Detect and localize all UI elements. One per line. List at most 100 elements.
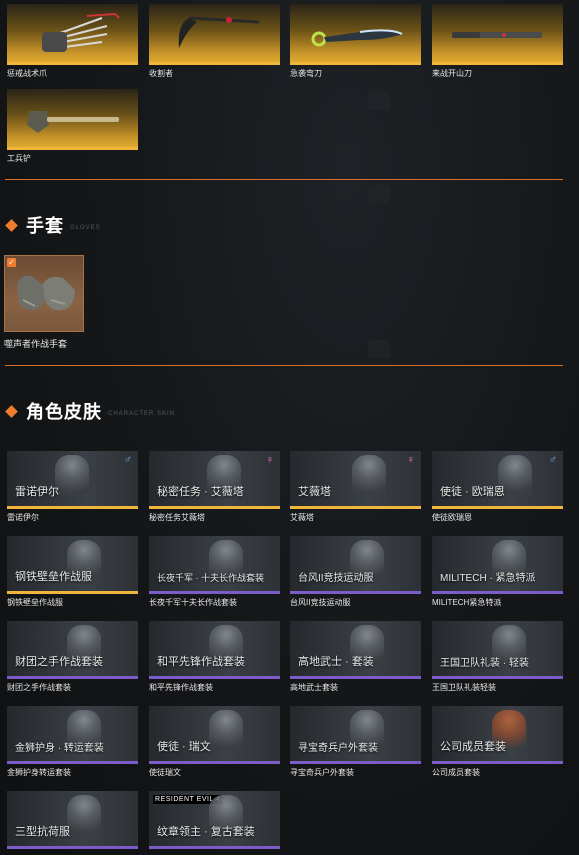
skin-caption: 公司成员套装 — [432, 768, 480, 777]
machete-icon — [452, 32, 542, 38]
skin-card[interactable]: ♂ 雷诺伊尔 雷诺伊尔 — [7, 451, 138, 523]
skin-caption: 雷诺伊尔 — [7, 513, 39, 522]
karambit-knife-icon — [311, 29, 403, 47]
skin-card[interactable]: 台风II竞技运动服 台风II竞技运动服 — [290, 536, 421, 608]
skin-caption: 钢铁壁垒作战服 — [7, 598, 63, 607]
skin-card[interactable]: 高地武士 · 套装 高地武士套装 — [290, 621, 421, 693]
weapon-name: 惩戒战术爪 — [7, 69, 47, 78]
skin-thumbnail: 三型抗荷服 — [7, 791, 138, 849]
skin-label: 雷诺伊尔 — [15, 486, 59, 498]
skin-label: 长夜千军 · 十夫长作战套装 — [157, 573, 264, 583]
weapon-card-shovel[interactable]: 工兵铲 — [7, 89, 138, 164]
section-diamond-icon — [5, 218, 18, 232]
male-icon: ♂ — [548, 454, 557, 466]
weapon-name: 急袭弯刀 — [290, 69, 322, 78]
shovel-icon — [27, 111, 119, 133]
weapon-name: 来战开山刀 — [432, 69, 472, 78]
skin-card[interactable]: MILITECH · 紧急特派 MILITECH紧急特派 — [432, 536, 563, 608]
weapon-card-karambit[interactable]: 急袭弯刀 — [290, 4, 421, 79]
skin-thumbnail: 财团之手作战套装 — [7, 621, 138, 679]
skin-caption: 使徒瑞文 — [149, 768, 181, 777]
skin-label: 台风II竞技运动服 — [298, 573, 374, 584]
weapon-name: 工兵铲 — [7, 154, 31, 163]
skin-label: 寻宝奇兵户外套装 — [298, 743, 378, 754]
skin-thumbnail: 钢铁壁垒作战服 — [7, 536, 138, 594]
gloves-icon — [17, 275, 75, 311]
section-diamond-icon — [5, 404, 18, 418]
character-portrait — [55, 455, 89, 495]
skin-thumbnail: 王国卫队礼装 · 轻装 — [432, 621, 563, 679]
skin-card[interactable]: 使徒 · 瑞文 使徒瑞文 — [149, 706, 280, 778]
glove-name: 噬声者作战手套 — [4, 339, 68, 349]
skin-caption: 王国卫队礼装轻装 — [432, 683, 496, 692]
skin-caption: 长夜千军十夫长作战套装 — [149, 598, 237, 607]
skin-label: 王国卫队礼装 · 轻装 — [440, 658, 529, 669]
glove-card[interactable]: ✓ 噬声者作战手套 — [4, 255, 84, 350]
skin-thumbnail: 台风II竞技运动服 — [290, 536, 421, 594]
skin-caption: 台风II竞技运动服 — [290, 598, 351, 607]
section-divider — [5, 179, 563, 180]
skin-label: 秘密任务 · 艾薇塔 — [157, 486, 244, 498]
skin-card[interactable]: RESIDENT EVIL 4 纹章领主 · 复古套装 — [149, 791, 280, 849]
section-subtitle: CHARACTER SKIN — [108, 411, 176, 417]
skin-label: 高地武士 · 套装 — [298, 656, 374, 668]
claw-weapon-icon — [42, 12, 120, 52]
skin-thumbnail: 公司成员套装 — [432, 706, 563, 764]
female-icon: ♀ — [265, 454, 274, 466]
skin-card[interactable]: ♀ 秘密任务 · 艾薇塔 秘密任务艾薇塔 — [149, 451, 280, 523]
skin-card[interactable]: 寻宝奇兵户外套装 寻宝奇兵户外套装 — [290, 706, 421, 778]
selected-check-icon[interactable]: ✓ — [7, 258, 16, 267]
weapon-card-claw[interactable]: 惩戒战术爪 — [7, 4, 138, 79]
skin-card[interactable]: 和平先锋作战套装 和平先锋作战套装 — [149, 621, 280, 693]
skin-caption: 金狮护身转运套装 — [7, 768, 71, 777]
weapon-card-machete[interactable]: 来战开山刀 — [432, 4, 563, 79]
weapon-thumbnail — [7, 4, 138, 65]
skin-card[interactable]: 财团之手作战套装 财团之手作战套装 — [7, 621, 138, 693]
skin-caption: 使徒欧瑞恩 — [432, 513, 472, 522]
skin-thumbnail: ♀ 艾薇塔 — [290, 451, 421, 509]
skin-card[interactable]: 钢铁壁垒作战服 钢铁壁垒作战服 — [7, 536, 138, 608]
skin-label: 艾薇塔 — [298, 486, 331, 498]
background-watermark — [368, 340, 390, 358]
skin-label: 使徒 · 欧瑞恩 — [440, 486, 505, 498]
character-portrait — [209, 710, 243, 750]
skin-thumbnail: 金狮护身 · 转运套装 — [7, 706, 138, 764]
skin-card[interactable]: ♀ 艾薇塔 艾薇塔 — [290, 451, 421, 523]
background-watermark — [368, 185, 390, 203]
skin-card[interactable]: 公司成员套装 公司成员套装 — [432, 706, 563, 778]
skin-caption: 寻宝奇兵户外套装 — [290, 768, 354, 777]
skin-card[interactable]: ♂ 使徒 · 欧瑞恩 使徒欧瑞恩 — [432, 451, 563, 523]
scythe-icon — [178, 16, 260, 48]
background-watermark — [368, 92, 390, 110]
section-title: 角色皮肤 — [26, 402, 102, 422]
skin-thumbnail: MILITECH · 紧急特派 — [432, 536, 563, 594]
section-divider — [5, 365, 563, 366]
skin-card[interactable]: 王国卫队礼装 · 轻装 王国卫队礼装轻装 — [432, 621, 563, 693]
skin-caption: 财团之手作战套装 — [7, 683, 71, 692]
skin-label: 纹章领主 · 复古套装 — [157, 826, 255, 838]
skin-card[interactable]: 金狮护身 · 转运套装 金狮护身转运套装 — [7, 706, 138, 778]
character-portrait — [352, 455, 386, 495]
skins-section-header: 角色皮肤 CHARACTER SKIN — [5, 398, 176, 424]
female-icon: ♀ — [406, 454, 415, 466]
skin-thumbnail: RESIDENT EVIL 4 纹章领主 · 复古套装 — [149, 791, 280, 849]
weapon-card-scythe[interactable]: 收割者 — [149, 4, 280, 79]
section-subtitle: GLOVES — [70, 225, 101, 231]
skin-thumbnail: ♂ 使徒 · 欧瑞恩 — [432, 451, 563, 509]
skin-caption: 艾薇塔 — [290, 513, 314, 522]
skin-label: 和平先锋作战套装 — [157, 656, 245, 668]
skin-label: 三型抗荷服 — [15, 826, 70, 838]
skin-label: 钢铁壁垒作战服 — [15, 571, 92, 583]
male-icon: ♂ — [123, 454, 132, 466]
skin-thumbnail: ♀ 秘密任务 · 艾薇塔 — [149, 451, 280, 509]
skin-caption: 秘密任务艾薇塔 — [149, 513, 205, 522]
inventory-page: 惩戒战术爪 收割者 急袭弯刀 来战开山刀 工兵铲 手套 GLOVES ✓ 噬声者… — [0, 0, 579, 855]
weapon-thumbnail — [290, 4, 421, 65]
skin-thumbnail: 和平先锋作战套装 — [149, 621, 280, 679]
skin-label: MILITECH · 紧急特派 — [440, 573, 536, 584]
skin-thumbnail: 寻宝奇兵户外套装 — [290, 706, 421, 764]
skin-card[interactable]: 长夜千军 · 十夫长作战套装 长夜千军十夫长作战套装 — [149, 536, 280, 608]
skin-thumbnail: 使徒 · 瑞文 — [149, 706, 280, 764]
skin-caption: 高地武士套装 — [290, 683, 338, 692]
skin-card[interactable]: 三型抗荷服 — [7, 791, 138, 849]
